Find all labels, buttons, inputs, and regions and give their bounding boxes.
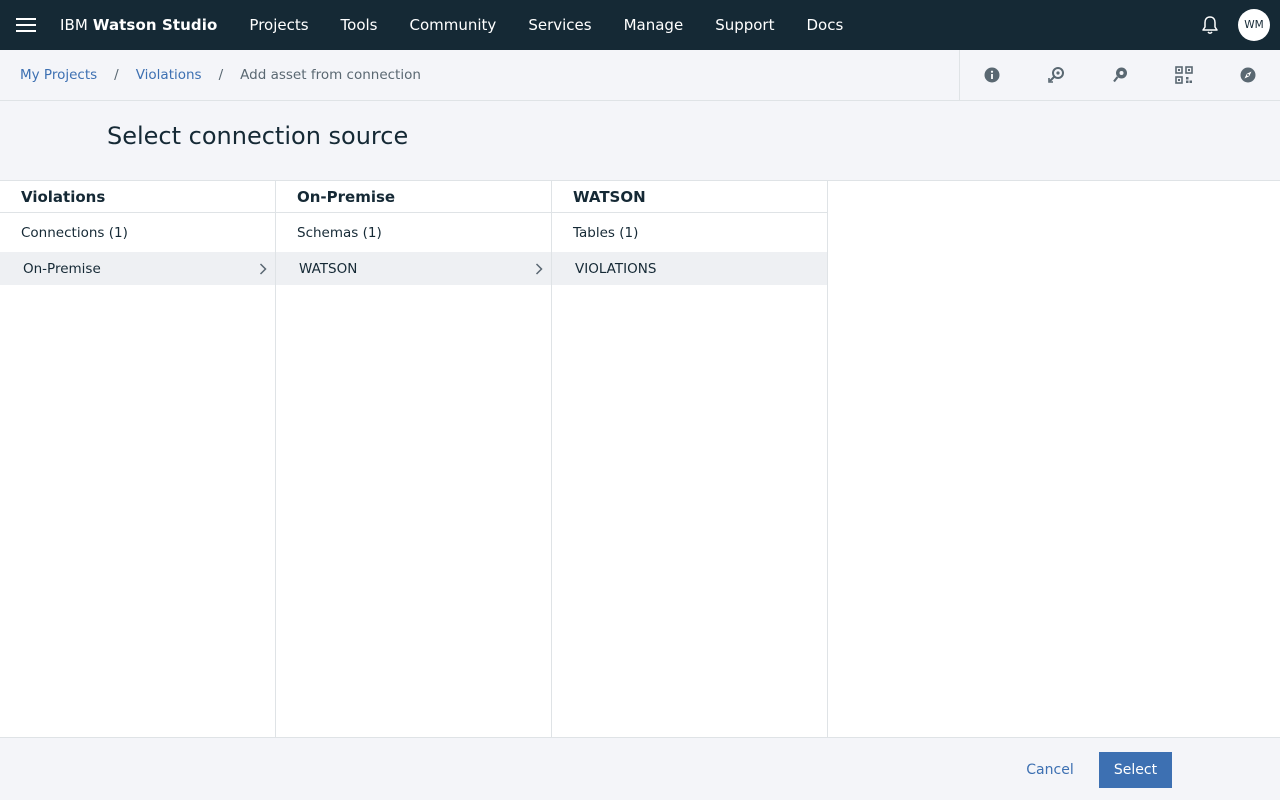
compass-icon[interactable]	[1216, 50, 1280, 100]
nav-support[interactable]: Support	[699, 0, 790, 50]
column-subheader: Connections (1)	[21, 224, 128, 241]
list-item-watson[interactable]: WATSON	[276, 252, 551, 285]
brand-logo[interactable]: IBM Watson Studio	[60, 16, 217, 34]
top-nav: IBM Watson Studio Projects Tools Communi…	[0, 0, 1280, 50]
avatar[interactable]: WM	[1238, 9, 1270, 41]
find-data-icon[interactable]	[1024, 50, 1088, 100]
page-title: Select connection source	[107, 122, 409, 150]
column-header: WATSON	[552, 181, 827, 213]
nav-tools[interactable]: Tools	[325, 0, 394, 50]
brand-prefix: IBM	[60, 16, 93, 34]
footer: Cancel Select	[0, 737, 1280, 800]
column-preview-empty	[828, 181, 1280, 737]
breadcrumb-current: Add asset from connection	[240, 67, 421, 83]
toolbar	[959, 49, 1280, 101]
cancel-button[interactable]: Cancel	[1017, 752, 1083, 788]
breadcrumb-separator: /	[114, 67, 119, 83]
select-button[interactable]: Select	[1099, 752, 1172, 788]
column-subheader: Tables (1)	[573, 224, 639, 241]
chevron-right-icon	[533, 262, 545, 276]
community-icon[interactable]	[1088, 50, 1152, 100]
column-subheader: Schemas (1)	[297, 224, 382, 241]
menu-icon[interactable]	[0, 0, 52, 50]
qr-grid-icon[interactable]	[1152, 50, 1216, 100]
nav-docs[interactable]: Docs	[790, 0, 859, 50]
chevron-right-icon	[257, 262, 269, 276]
breadcrumb-my-projects[interactable]: My Projects	[20, 67, 97, 83]
column-connections: Violations Connections (1) On-Premise	[0, 181, 276, 737]
bell-icon[interactable]	[1186, 0, 1234, 50]
column-tables: WATSON Tables (1) VIOLATIONS	[552, 181, 828, 737]
list-item-label: On-Premise	[23, 260, 101, 277]
connection-browser: Violations Connections (1) On-Premise On…	[0, 180, 1280, 737]
list-item-label: WATSON	[299, 260, 358, 277]
column-header: Violations	[0, 181, 275, 213]
nav-services[interactable]: Services	[512, 0, 607, 50]
nav-projects[interactable]: Projects	[233, 0, 324, 50]
brand-name: Watson Studio	[92, 16, 218, 34]
breadcrumb-bar: My Projects / Violations / Add asset fro…	[0, 49, 1280, 101]
column-header: On-Premise	[276, 181, 551, 213]
list-item-label: VIOLATIONS	[575, 260, 657, 277]
nav-community[interactable]: Community	[394, 0, 513, 50]
list-item-on-premise[interactable]: On-Premise	[0, 252, 275, 285]
column-schemas: On-Premise Schemas (1) WATSON	[276, 181, 552, 737]
breadcrumb: My Projects / Violations / Add asset fro…	[0, 67, 959, 83]
info-icon[interactable]	[960, 50, 1024, 100]
list-item-violations[interactable]: VIOLATIONS	[552, 252, 827, 285]
nav-manage[interactable]: Manage	[608, 0, 700, 50]
breadcrumb-separator: /	[218, 67, 224, 83]
breadcrumb-violations[interactable]: Violations	[136, 67, 202, 83]
